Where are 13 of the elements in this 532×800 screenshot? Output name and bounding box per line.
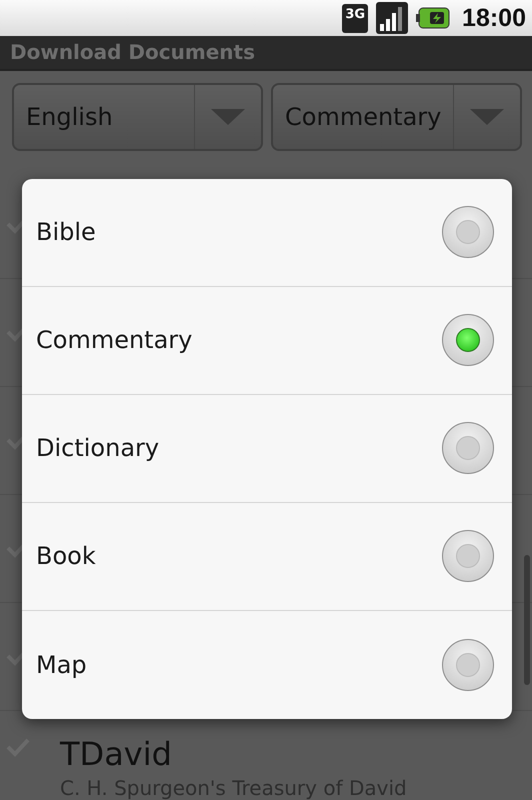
- item-title: TDavid: [60, 736, 173, 772]
- window-title: Download Documents: [10, 40, 255, 64]
- caret-icon: [211, 108, 245, 125]
- option-row[interactable]: Map: [22, 610, 512, 719]
- clock-time: 18:00: [462, 4, 526, 33]
- option-row[interactable]: Dictionary: [22, 394, 512, 503]
- network-icon: 3G: [342, 4, 368, 33]
- option-row[interactable]: Book: [22, 502, 512, 611]
- caret-icon: [470, 108, 504, 125]
- option-row[interactable]: Commentary: [22, 286, 512, 395]
- signal-icon: [376, 2, 408, 34]
- battery-icon: [416, 7, 450, 30]
- option-row[interactable]: Bible: [22, 178, 512, 287]
